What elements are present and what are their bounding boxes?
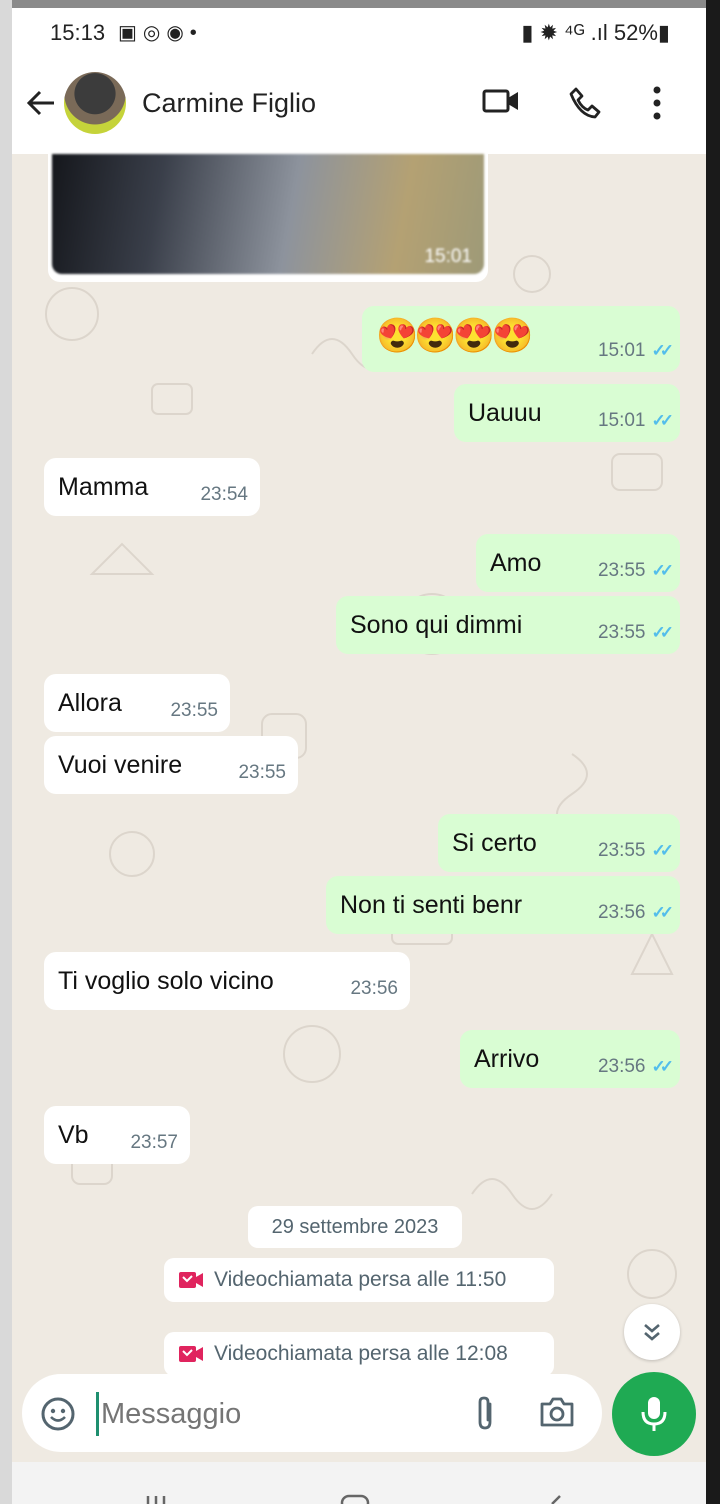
double-chevron-down-icon — [644, 1324, 660, 1341]
image-message[interactable]: 15:01 — [48, 154, 488, 282]
message-time: 23:56 — [597, 902, 646, 923]
battery-icon: ▮ — [657, 20, 670, 45]
phone-icon[interactable] — [568, 86, 602, 120]
message-time: 23:55 — [238, 762, 286, 783]
message-bubble-in[interactable]: Vuoi venire 23:55 — [44, 736, 298, 794]
message-text: Mamma — [58, 472, 149, 501]
message-bubble-out[interactable]: 😍😍😍😍 15:01 ✓✓ — [362, 306, 680, 372]
message-meta: 15:01 ✓✓ — [597, 410, 674, 432]
message-time: 23:55 — [597, 560, 646, 581]
message-text: Arrivo — [474, 1044, 540, 1073]
notification-icons: ▣◎◉• — [118, 22, 203, 44]
message-meta: 23:56 ✓✓ — [597, 1056, 674, 1078]
message-bubble-in[interactable]: Allora 23:55 — [44, 674, 230, 732]
message-time: 23:56 — [350, 978, 398, 999]
message-time: 15:01 — [424, 246, 472, 267]
message-meta: 23:55 — [170, 700, 218, 722]
signal-icons: ▮ ✹ ⁴ᴳ .ıl — [521, 20, 614, 45]
message-time: 23:55 — [597, 840, 646, 861]
message-meta: 23:55 ✓✓ — [597, 840, 674, 862]
mic-icon — [641, 1397, 667, 1431]
back-nav-icon — [551, 1495, 561, 1504]
missed-call-text: Videochiamata persa alle 12:08 — [214, 1342, 508, 1365]
message-bubble-out[interactable]: Si certo 23:55 ✓✓ — [438, 814, 680, 872]
attach-icon[interactable] — [470, 1394, 500, 1432]
recent-apps-icon — [146, 1496, 166, 1504]
chat-header: Carmine Figlio — [12, 58, 706, 154]
frame-right-edge — [706, 0, 720, 1504]
more-vert-icon[interactable] — [652, 86, 662, 120]
message-time: 15:01 — [597, 410, 646, 431]
message-time: 15:01 — [597, 340, 646, 361]
device-frame: 15:13 ▣◎◉• ▮ ✹ ⁴ᴳ .ıl 52%▮ Carmine Figli… — [0, 0, 720, 1504]
message-text: Vb — [58, 1120, 89, 1149]
message-meta: 23:57 — [130, 1132, 178, 1154]
avatar[interactable] — [64, 72, 126, 134]
contact-name[interactable]: Carmine Figlio — [142, 88, 316, 119]
message-bubble-out[interactable]: Non ti senti benr 23:56 ✓✓ — [326, 876, 680, 934]
message-meta: 23:55 ✓✓ — [597, 560, 674, 582]
date-divider: 29 settembre 2023 — [248, 1206, 462, 1248]
status-time: 15:13 — [50, 20, 106, 45]
status-right: ▮ ✹ ⁴ᴳ .ıl 52%▮ — [521, 20, 670, 46]
blurred-image[interactable]: 15:01 — [52, 154, 484, 274]
whatsapp-screen: 15:13 ▣◎◉• ▮ ✹ ⁴ᴳ .ıl 52%▮ Carmine Figli… — [12, 8, 706, 1504]
message-time: 23:54 — [200, 484, 248, 505]
nav-buttons — [146, 1494, 561, 1504]
message-text: 😍😍😍😍 — [376, 317, 533, 355]
read-ticks-icon: ✓✓ — [651, 623, 674, 642]
message-text: Uauuu — [468, 398, 542, 427]
home-icon — [340, 1494, 370, 1504]
missed-call-notice[interactable]: Videochiamata persa alle 12:08 — [164, 1332, 554, 1376]
message-meta: 23:56 — [350, 978, 398, 1000]
message-text: Si certo — [452, 828, 537, 857]
missed-video-call-icon — [179, 1346, 203, 1362]
message-time: 23:57 — [130, 1132, 178, 1153]
message-meta: 23:55 — [238, 762, 286, 784]
missed-call-notice[interactable]: Videochiamata persa alle 11:50 — [164, 1258, 554, 1302]
message-bubble-out[interactable]: Sono qui dimmi 23:55 ✓✓ — [336, 596, 680, 654]
message-bubble-out[interactable]: Amo 23:55 ✓✓ — [476, 534, 680, 592]
message-meta: 23:56 ✓✓ — [597, 902, 674, 924]
read-ticks-icon: ✓✓ — [651, 903, 674, 922]
read-ticks-icon: ✓✓ — [651, 841, 674, 860]
camera-icon[interactable] — [538, 1394, 576, 1430]
read-ticks-icon: ✓✓ — [651, 561, 674, 580]
message-text: Ti voglio solo vicino — [58, 966, 274, 995]
message-text: Non ti senti benr — [340, 890, 523, 919]
emoji-icon[interactable] — [40, 1396, 76, 1432]
missed-call-text: Videochiamata persa alle 11:50 — [214, 1268, 507, 1291]
message-bubble-in[interactable]: Ti voglio solo vicino 23:56 — [44, 952, 410, 1010]
message-bubble-out[interactable]: Uauuu 15:01 ✓✓ — [454, 384, 680, 442]
message-input[interactable] — [96, 1392, 443, 1436]
message-text: Sono qui dimmi — [350, 610, 523, 639]
missed-video-call-icon — [179, 1272, 203, 1288]
message-time: 23:55 — [170, 700, 218, 721]
message-bubble-out[interactable]: Arrivo 23:56 ✓✓ — [460, 1030, 680, 1088]
read-ticks-icon: ✓✓ — [651, 1057, 674, 1076]
read-ticks-icon: ✓✓ — [651, 341, 674, 360]
battery-level: 52% — [613, 20, 658, 45]
message-meta: 23:54 — [200, 484, 248, 506]
message-text: Amo — [490, 548, 542, 577]
voice-record-button[interactable] — [612, 1372, 696, 1456]
message-meta: 15:01 ✓✓ — [597, 340, 674, 362]
message-time: 23:56 — [597, 1056, 646, 1077]
message-composer — [22, 1374, 602, 1452]
system-navigation-bar — [12, 1462, 706, 1504]
message-text: Allora — [58, 688, 122, 717]
arrow-back-icon[interactable] — [24, 86, 58, 120]
message-bubble-in[interactable]: Mamma 23:54 — [44, 458, 260, 516]
message-time: 23:55 — [597, 622, 646, 643]
read-ticks-icon: ✓✓ — [651, 411, 674, 430]
frame-top-edge — [0, 0, 720, 8]
chat-area[interactable]: 15:01 😍😍😍😍 15:01 ✓✓ Uauuu 15:01 ✓✓ Mamma 2… — [12, 154, 706, 1376]
message-bubble-in[interactable]: Vb 23:57 — [44, 1106, 190, 1164]
status-bar: 15:13 ▣◎◉• ▮ ✹ ⁴ᴳ .ıl 52%▮ — [12, 8, 706, 58]
message-text: Vuoi venire — [58, 750, 183, 779]
scroll-to-bottom-button[interactable] — [624, 1304, 680, 1360]
video-call-icon[interactable] — [482, 86, 520, 116]
message-meta: 23:55 ✓✓ — [597, 622, 674, 644]
frame-left-edge — [0, 0, 12, 1504]
